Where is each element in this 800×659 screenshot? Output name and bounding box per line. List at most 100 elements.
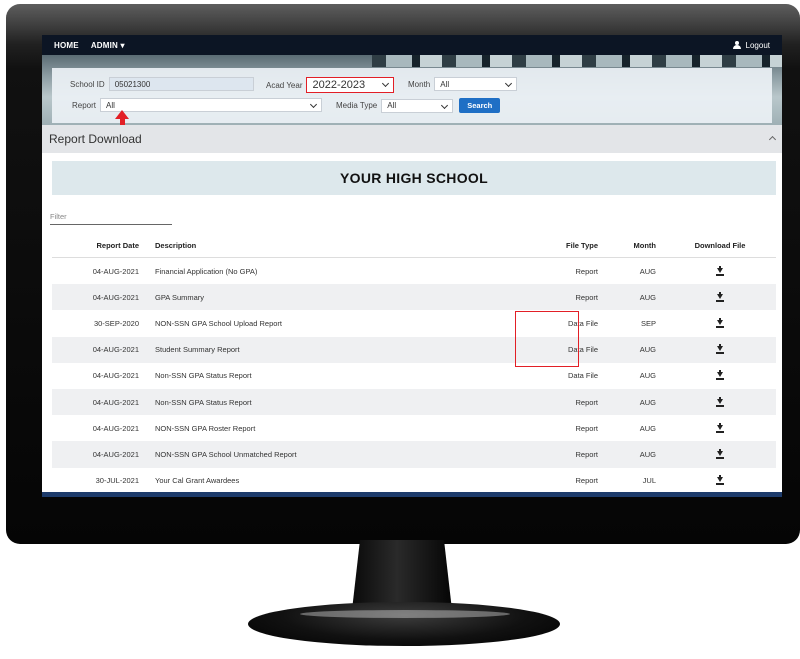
month-select[interactable]: All bbox=[434, 77, 518, 91]
filter-wrapper bbox=[50, 206, 172, 225]
school-id-label: School ID bbox=[70, 79, 105, 89]
header-description[interactable]: Description bbox=[149, 233, 491, 258]
chevron-down-icon bbox=[505, 79, 513, 88]
download-icon[interactable] bbox=[716, 370, 724, 381]
month-value: All bbox=[440, 79, 450, 89]
chevron-down-icon bbox=[382, 79, 390, 88]
report-group: Report All bbox=[72, 98, 323, 112]
cell-download bbox=[664, 363, 776, 389]
cell-month: AUG bbox=[600, 441, 664, 468]
cell-download bbox=[664, 415, 776, 441]
header-file-type[interactable]: File Type bbox=[491, 233, 600, 258]
download-icon[interactable] bbox=[716, 396, 724, 407]
table-row: 04-AUG-2021 Non-SSN GPA Status Report Da… bbox=[52, 363, 776, 389]
table-row: 30-SEP-2020 NON-SSN GPA School Upload Re… bbox=[52, 310, 776, 336]
report-label: Report bbox=[72, 100, 97, 110]
report-download-header[interactable]: Report Download bbox=[42, 125, 782, 153]
cell-report-date: 04-AUG-2021 bbox=[52, 388, 149, 416]
cell-month: AUG bbox=[639, 266, 656, 276]
media-type-group: Media Type All Search bbox=[336, 98, 501, 113]
chevron-down-icon bbox=[309, 100, 318, 109]
table-row: 04-AUG-2021 Financial Application (No GP… bbox=[52, 258, 776, 285]
cell-file-type: Report bbox=[491, 284, 600, 311]
media-type-label: Media Type bbox=[336, 101, 378, 110]
download-icon[interactable] bbox=[716, 422, 724, 433]
cell-download bbox=[664, 284, 776, 311]
table-row: 30-JUL-2021 Your Cal Grant Awardees Repo… bbox=[52, 468, 776, 494]
school-banner: YOUR HIGH SCHOOL bbox=[52, 161, 776, 195]
filter-input[interactable] bbox=[50, 211, 170, 222]
search-band: School ID 05021300 Acad Year 2022-2023 M… bbox=[42, 55, 782, 125]
table-header-row: Report Date Description File Type Month … bbox=[52, 233, 776, 258]
logout-link[interactable]: Logout bbox=[732, 40, 770, 50]
cell-description: NON-SSN GPA Roster Report bbox=[155, 423, 256, 433]
cell-month: AUG bbox=[600, 336, 664, 363]
download-icon[interactable] bbox=[716, 344, 724, 355]
cell-report-date: 04-AUG-2021 bbox=[52, 336, 149, 363]
media-type-select[interactable]: All bbox=[381, 98, 454, 113]
acad-year-select[interactable]: 2022-2023 bbox=[306, 77, 395, 93]
cell-download bbox=[664, 336, 776, 363]
reports-table: Report Date Description File Type Month … bbox=[52, 233, 776, 494]
school-id-group: School ID 05021300 bbox=[70, 77, 254, 91]
cell-report-date: 04-AUG-2021 bbox=[52, 441, 149, 468]
report-select[interactable]: All bbox=[100, 98, 323, 112]
download-icon[interactable] bbox=[716, 265, 724, 276]
table-row: 04-AUG-2021 Non-SSN GPA Status Report Re… bbox=[52, 388, 776, 416]
user-icon bbox=[732, 41, 741, 49]
cell-month: AUG bbox=[639, 423, 656, 433]
monitor-stand-base bbox=[248, 602, 560, 646]
download-icon[interactable] bbox=[716, 317, 724, 328]
header-download-file: Download File bbox=[664, 233, 776, 258]
search-button[interactable]: Search bbox=[459, 98, 501, 113]
month-group: Month All bbox=[408, 77, 518, 91]
table-row: 04-AUG-2021 Student Summary Report Data … bbox=[52, 336, 776, 363]
acad-year-value: 2022-2023 bbox=[312, 79, 366, 91]
cell-download bbox=[664, 310, 776, 336]
cell-description: Financial Application (No GPA) bbox=[155, 266, 258, 276]
cell-file-type: Report bbox=[491, 441, 600, 468]
download-icon[interactable] bbox=[716, 448, 724, 459]
cell-month: AUG bbox=[639, 371, 656, 381]
cell-description: GPA Summary bbox=[149, 284, 491, 311]
school-id-field[interactable]: 05021300 bbox=[108, 77, 254, 91]
cell-month: AUG bbox=[600, 284, 664, 311]
cell-file-type: Report bbox=[575, 423, 598, 433]
cell-file-type: Report bbox=[491, 388, 600, 416]
download-icon[interactable] bbox=[716, 475, 724, 486]
table-row: 04-AUG-2021 GPA Summary Report AUG bbox=[52, 284, 776, 311]
cell-description: NON-SSN GPA School Upload Report bbox=[155, 318, 282, 328]
nav-home[interactable]: HOME bbox=[54, 41, 79, 50]
header-month[interactable]: Month bbox=[600, 233, 664, 258]
top-navbar: HOME ADMIN ▾ Logout bbox=[42, 35, 782, 55]
media-type-value: All bbox=[387, 101, 397, 110]
logout-label: Logout bbox=[745, 40, 770, 50]
cell-download bbox=[664, 388, 776, 416]
header-report-date[interactable]: Report Date bbox=[52, 233, 149, 258]
cell-report-date: 04-AUG-2021 bbox=[92, 371, 139, 381]
download-icon[interactable] bbox=[716, 291, 724, 302]
cell-description: Student Summary Report bbox=[149, 336, 491, 363]
table-row: 04-AUG-2021 NON-SSN GPA School Unmatched… bbox=[52, 441, 776, 468]
screen-bottom-edge bbox=[42, 492, 782, 497]
acad-year-group: Acad Year 2022-2023 bbox=[266, 77, 395, 93]
acad-year-label: Acad Year bbox=[266, 80, 303, 90]
nav-admin-dropdown[interactable]: ADMIN ▾ bbox=[91, 41, 125, 50]
cell-download bbox=[664, 441, 776, 468]
cell-month: SEP bbox=[640, 318, 656, 328]
monitor-screen: HOME ADMIN ▾ Logout School ID 05021300 A… bbox=[42, 35, 782, 497]
cell-report-date: 04-AUG-2021 bbox=[52, 284, 149, 311]
school-id-value: 05021300 bbox=[114, 79, 151, 89]
month-label: Month bbox=[408, 79, 431, 89]
cell-description: Your Cal Grant Awardees bbox=[155, 476, 240, 486]
cell-download bbox=[664, 258, 776, 285]
panel-title: Report Download bbox=[49, 132, 142, 146]
chevron-up-icon[interactable] bbox=[768, 135, 777, 144]
cell-download bbox=[664, 468, 776, 494]
cell-month: JUL bbox=[642, 476, 656, 486]
cell-description: Non-SSN GPA Status Report bbox=[155, 371, 252, 381]
chevron-down-icon bbox=[441, 101, 449, 109]
cell-file-type: Data File bbox=[567, 371, 598, 381]
cell-file-type: Data File bbox=[567, 318, 598, 328]
search-panel: School ID 05021300 Acad Year 2022-2023 M… bbox=[52, 68, 772, 123]
